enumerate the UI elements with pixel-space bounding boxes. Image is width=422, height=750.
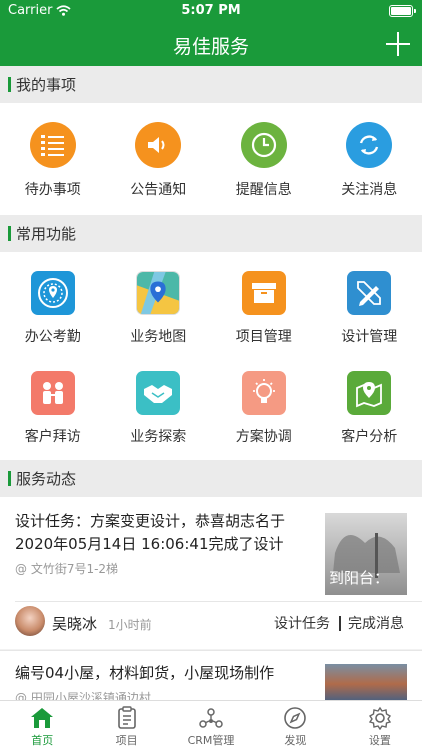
tag-separator xyxy=(339,616,341,631)
refresh-icon xyxy=(346,122,393,168)
section-title: 常用功能 xyxy=(16,225,77,243)
section-my-items: 我的事项 xyxy=(0,66,422,103)
pencil-ruler-icon xyxy=(347,271,392,315)
func-design[interactable]: 设计管理 xyxy=(317,271,422,346)
func-map[interactable]: 业务地图 xyxy=(106,271,212,346)
todo-list-icon xyxy=(29,122,76,168)
crm-network-icon xyxy=(199,708,223,728)
add-icon[interactable] xyxy=(384,30,412,58)
feed-text: 编号04小屋，材料卸货，小屋现场制作 xyxy=(15,664,275,682)
tab-label: 设置 xyxy=(368,734,391,747)
feed-item[interactable]: 编号04小屋，材料卸货，小屋现场制作 @ 田园小屋沙溪镇通边村 xyxy=(0,650,422,705)
attendance-gauge-icon xyxy=(30,271,75,315)
func-plan[interactable]: 方案协调 xyxy=(211,371,317,446)
func-label: 方案协调 xyxy=(235,429,292,445)
func-label: 业务探索 xyxy=(130,429,187,445)
item-label: 待办事项 xyxy=(24,182,81,198)
nav-bar: 易佳服务 xyxy=(0,22,422,66)
home-icon xyxy=(31,708,54,728)
divider xyxy=(0,650,422,651)
tab-discover[interactable]: 发现 xyxy=(253,701,337,750)
divider xyxy=(15,601,422,602)
tab-settings[interactable]: 设置 xyxy=(338,701,422,750)
func-attendance[interactable]: 办公考勤 xyxy=(0,271,106,346)
section-title: 服务动态 xyxy=(16,470,77,488)
tag-complete[interactable]: 完成消息 xyxy=(348,613,404,633)
item-reminder[interactable]: 提醒信息 xyxy=(211,122,317,199)
feed-location: @ 文竹街7号1-2梯 xyxy=(15,562,119,576)
item-label: 公告通知 xyxy=(130,182,187,198)
item-label: 提醒信息 xyxy=(235,182,292,198)
map-icon xyxy=(136,271,181,315)
box-icon xyxy=(241,271,286,315)
func-label: 办公考勤 xyxy=(24,329,81,345)
status-time: 5:07 PM xyxy=(181,3,241,18)
page-title: 易佳服务 xyxy=(172,36,249,58)
user-name[interactable]: 吴晓冰 xyxy=(52,613,97,634)
avatar[interactable] xyxy=(15,606,45,636)
item-todo[interactable]: 待办事项 xyxy=(0,122,106,199)
item-follow[interactable]: 关注消息 xyxy=(317,122,422,199)
tab-label: 首页 xyxy=(31,734,54,747)
func-label: 客户拜访 xyxy=(24,429,81,445)
section-dynamics: 服务动态 xyxy=(0,460,422,497)
lightbulb-icon xyxy=(241,371,286,415)
visit-people-icon xyxy=(30,371,75,415)
my-items-panel: 待办事项 公告通知 提醒信息 关注消息 xyxy=(0,103,422,215)
tab-label: 发现 xyxy=(284,734,307,747)
feed-text: 设计任务：方案变更设计，恭喜胡志名于2020年05月14日 16:06:41完成… xyxy=(15,512,286,553)
func-explore[interactable]: 业务探索 xyxy=(106,371,212,446)
functions-panel: 办公考勤 业务地图 项目管理 设计管理 客户拜访 业务探索 方案协调 客户分析 xyxy=(0,252,422,460)
compass-icon xyxy=(284,707,307,729)
tab-project[interactable]: 项目 xyxy=(84,701,168,750)
feed-item[interactable]: 设计任务：方案变更设计，恭喜胡志名于2020年05月14日 16:06:41完成… xyxy=(0,497,422,649)
func-label: 设计管理 xyxy=(341,329,398,345)
feed-thumbnail[interactable]: 到阳台： xyxy=(325,513,407,595)
func-analysis[interactable]: 客户分析 xyxy=(317,371,422,446)
func-label: 项目管理 xyxy=(235,329,292,345)
speaker-icon xyxy=(135,122,182,168)
handshake-icon xyxy=(136,371,181,415)
clipboard-icon xyxy=(117,706,136,729)
tab-label: 项目 xyxy=(115,734,138,747)
clock-icon xyxy=(240,122,287,168)
tab-crm[interactable]: CRM管理 xyxy=(169,701,253,750)
func-visit[interactable]: 客户拜访 xyxy=(0,371,106,446)
feed-thumbnail[interactable] xyxy=(325,664,407,704)
func-project[interactable]: 项目管理 xyxy=(211,271,317,346)
item-notice[interactable]: 公告通知 xyxy=(106,122,212,199)
tag-design-task[interactable]: 设计任务 xyxy=(274,613,330,633)
status-bar: Carrier 5:07 PM xyxy=(0,0,422,22)
tab-home[interactable]: 首页 xyxy=(0,701,84,750)
thumbnail-caption: 到阳台： xyxy=(329,569,390,587)
section-title: 我的事项 xyxy=(16,76,77,94)
gear-icon xyxy=(368,706,391,730)
map-pin-icon xyxy=(347,371,392,415)
tab-label: CRM管理 xyxy=(187,734,235,747)
item-label: 关注消息 xyxy=(341,182,398,198)
section-common: 常用功能 xyxy=(0,215,422,252)
func-label: 客户分析 xyxy=(341,429,398,445)
func-label: 业务地图 xyxy=(130,329,187,345)
battery-icon xyxy=(389,5,416,17)
tab-bar: 首页 项目 CRM管理 发现 设置 xyxy=(0,700,422,750)
post-time: 1小时前 xyxy=(108,618,152,632)
